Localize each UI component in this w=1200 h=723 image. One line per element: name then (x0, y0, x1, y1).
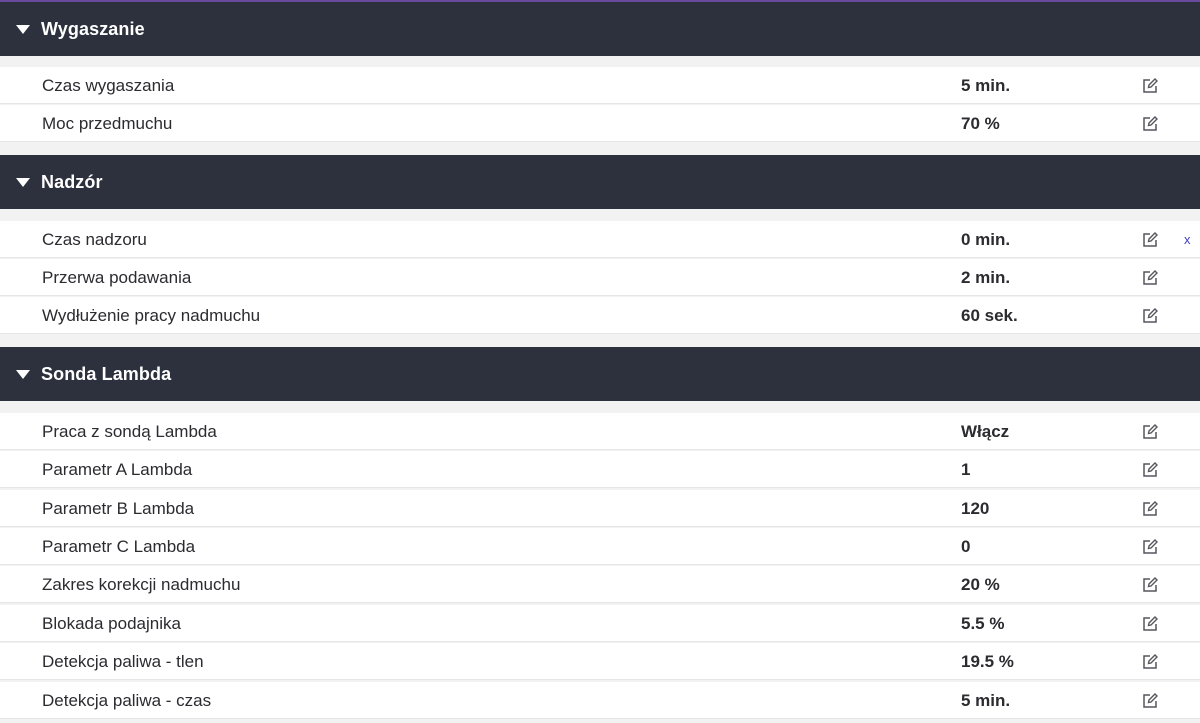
setting-label: Przerwa podawania (42, 268, 192, 287)
setting-label: Detekcja paliwa - tlen (42, 652, 204, 671)
edit-icon[interactable] (1141, 653, 1159, 671)
edit-icon[interactable] (1141, 307, 1159, 325)
edit-icon[interactable] (1141, 269, 1159, 287)
edit-icon[interactable] (1141, 615, 1159, 633)
setting-label: Moc przedmuchu (42, 114, 173, 133)
setting-value: Włącz (961, 422, 1010, 441)
setting-value: 120 (961, 499, 990, 518)
edit-icon[interactable] (1141, 461, 1159, 479)
setting-row: Detekcja paliwa - czas 5 min. (0, 682, 1200, 719)
setting-row: Detekcja paliwa - tlen 19.5 % (0, 643, 1200, 680)
edit-icon[interactable] (1141, 77, 1159, 95)
edit-icon[interactable] (1141, 538, 1159, 556)
setting-row: Praca z sondą Lambda Włącz (0, 413, 1200, 450)
setting-row: Moc przedmuchu 70 % (0, 105, 1200, 142)
setting-label: Parametr B Lambda (42, 499, 195, 518)
section-title: Sonda Lambda (41, 363, 172, 384)
edit-icon[interactable] (1141, 576, 1159, 594)
setting-row: Przerwa podawania 2 min. (0, 259, 1200, 296)
setting-row: Wydłużenie pracy nadmuchu 60 sek. (0, 297, 1200, 334)
setting-label: Detekcja paliwa - czas (42, 691, 212, 710)
setting-value: 5 min. (961, 691, 1011, 710)
setting-value: 60 sek. (961, 306, 1018, 325)
close-button[interactable]: x (1184, 221, 1191, 258)
setting-row: Parametr A Lambda 1 (0, 451, 1200, 488)
setting-label: Praca z sondą Lambda (42, 422, 217, 441)
setting-value: 70 % (961, 114, 1000, 133)
setting-value: 5.5 % (961, 614, 1005, 633)
setting-label: Zakres korekcji nadmuchu (42, 575, 241, 594)
caret-down-icon (16, 370, 30, 379)
section-header-sonda-lambda[interactable]: Sonda Lambda (0, 347, 1200, 401)
edit-icon[interactable] (1141, 500, 1159, 518)
caret-down-icon (16, 25, 30, 34)
setting-value: 20 % (961, 575, 1000, 594)
edit-icon[interactable] (1141, 231, 1159, 249)
setting-row: Czas nadzoru 0 min. x (0, 221, 1200, 258)
setting-label: Czas wygaszania (42, 76, 175, 95)
setting-value: 19.5 % (961, 652, 1014, 671)
setting-label: Wydłużenie pracy nadmuchu (42, 306, 261, 325)
setting-row: Blokada podajnika 5.5 % (0, 605, 1200, 642)
setting-value: 0 (961, 537, 971, 556)
section-header-wygaszanie[interactable]: Wygaszanie (0, 2, 1200, 56)
setting-label: Blokada podajnika (42, 614, 181, 633)
setting-row: Parametr B Lambda 120 (0, 490, 1200, 527)
setting-value: 0 min. (961, 230, 1011, 249)
section-title: Nadzór (41, 171, 103, 192)
section-header-nadzor[interactable]: Nadzór (0, 155, 1200, 209)
edit-icon[interactable] (1141, 692, 1159, 710)
setting-label: Parametr A Lambda (42, 460, 193, 479)
setting-label: Czas nadzoru (42, 230, 147, 249)
section-title: Wygaszanie (41, 18, 145, 39)
setting-row: Parametr C Lambda 0 (0, 528, 1200, 565)
setting-value: 1 (961, 460, 971, 479)
setting-label: Parametr C Lambda (42, 537, 196, 556)
setting-value: 2 min. (961, 268, 1011, 287)
edit-icon[interactable] (1141, 115, 1159, 133)
edit-icon[interactable] (1141, 423, 1159, 441)
setting-row: Zakres korekcji nadmuchu 20 % (0, 566, 1200, 603)
caret-down-icon (16, 178, 30, 187)
setting-row: Czas wygaszania 5 min. (0, 67, 1200, 104)
setting-value: 5 min. (961, 76, 1011, 95)
